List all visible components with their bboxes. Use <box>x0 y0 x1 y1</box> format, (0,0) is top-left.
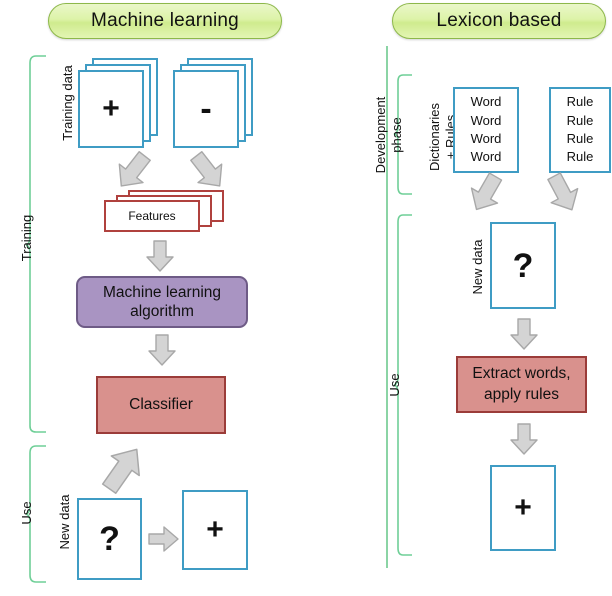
doc-glyph-plus: + <box>102 92 120 125</box>
classifier-box: Classifier <box>96 376 226 434</box>
diagram-canvas: Machine learning Lexicon based Training … <box>0 0 612 596</box>
arrow-down-left-from-rules <box>547 172 579 211</box>
doc-glyph-question-right: ? <box>512 246 534 285</box>
word-item: Word <box>470 112 502 128</box>
extract-line2: apply rules <box>484 385 559 403</box>
result-doc-right: + <box>490 465 556 551</box>
arrow-down-left-to-features <box>190 151 223 187</box>
result-doc-left: + <box>182 490 248 570</box>
arrow-diagonal-classifier-to-newdata <box>101 448 140 494</box>
extract-line1: Extract words, <box>472 365 571 383</box>
features-card-stack: Features <box>104 190 224 234</box>
arrow-down-right-to-features <box>118 151 151 187</box>
doc-glyph-plus-result: + <box>206 513 224 546</box>
arrow-right-to-result-left <box>148 526 179 552</box>
doc-card-front: - <box>173 70 239 148</box>
word-item: Word <box>470 149 502 165</box>
training-docs-positive: + <box>78 58 164 150</box>
extract-words-apply-rules-box: Extract words, apply rules <box>456 356 587 413</box>
label-use-right: Use <box>386 373 402 397</box>
features-card-front: Features <box>104 200 200 232</box>
arrow-down-to-result-right <box>510 423 538 455</box>
label-training: Training <box>18 214 34 262</box>
development-phase-line2: phase <box>389 117 404 153</box>
new-data-doc-right: ? <box>490 222 556 309</box>
classifier-label: Classifier <box>129 395 193 413</box>
rules-box: Rule Rule Rule Rule <box>549 87 611 173</box>
features-label: Features <box>128 209 176 223</box>
rule-item: Rule <box>566 149 594 165</box>
label-new-data-right: New data <box>469 239 485 295</box>
rule-item: Rule <box>566 112 594 128</box>
doc-glyph-minus: - <box>200 90 212 128</box>
words-box: Word Word Word Word <box>453 87 519 173</box>
new-data-doc-left: ? <box>77 498 142 580</box>
title-left-text: Machine learning <box>91 10 239 31</box>
arrow-down-to-ml-algorithm <box>146 240 174 272</box>
rule-item: Rule <box>566 131 594 146</box>
word-item: Word <box>470 94 502 110</box>
label-training-data: Training data <box>59 65 75 141</box>
training-docs-negative: - <box>173 58 259 150</box>
machine-learning-algorithm-box: Machine learning algorithm <box>76 276 248 328</box>
development-phase-line1: Development <box>372 96 388 174</box>
label-development-phase: Development phase <box>371 75 407 195</box>
word-item: Word <box>470 131 502 146</box>
label-new-data-left: New data <box>56 494 72 550</box>
arrow-down-right-from-words <box>470 172 503 211</box>
arrow-down-to-classifier <box>148 334 176 366</box>
doc-card-front: + <box>78 70 144 148</box>
doc-glyph-question: ? <box>99 520 120 558</box>
arrow-down-to-extract-box <box>510 318 538 350</box>
dictionaries-line1: Dictionaries <box>426 103 442 171</box>
rule-item: Rule <box>566 94 594 110</box>
ml-algorithm-line2: algorithm <box>130 303 194 320</box>
title-right-text: Lexicon based <box>436 10 562 31</box>
title-pill-machine-learning: Machine learning <box>48 3 282 39</box>
label-use-left: Use <box>18 501 34 525</box>
ml-algorithm-line1: Machine learning <box>102 283 222 301</box>
title-pill-lexicon-based: Lexicon based <box>392 3 606 39</box>
doc-glyph-plus-result-right: + <box>514 491 532 524</box>
